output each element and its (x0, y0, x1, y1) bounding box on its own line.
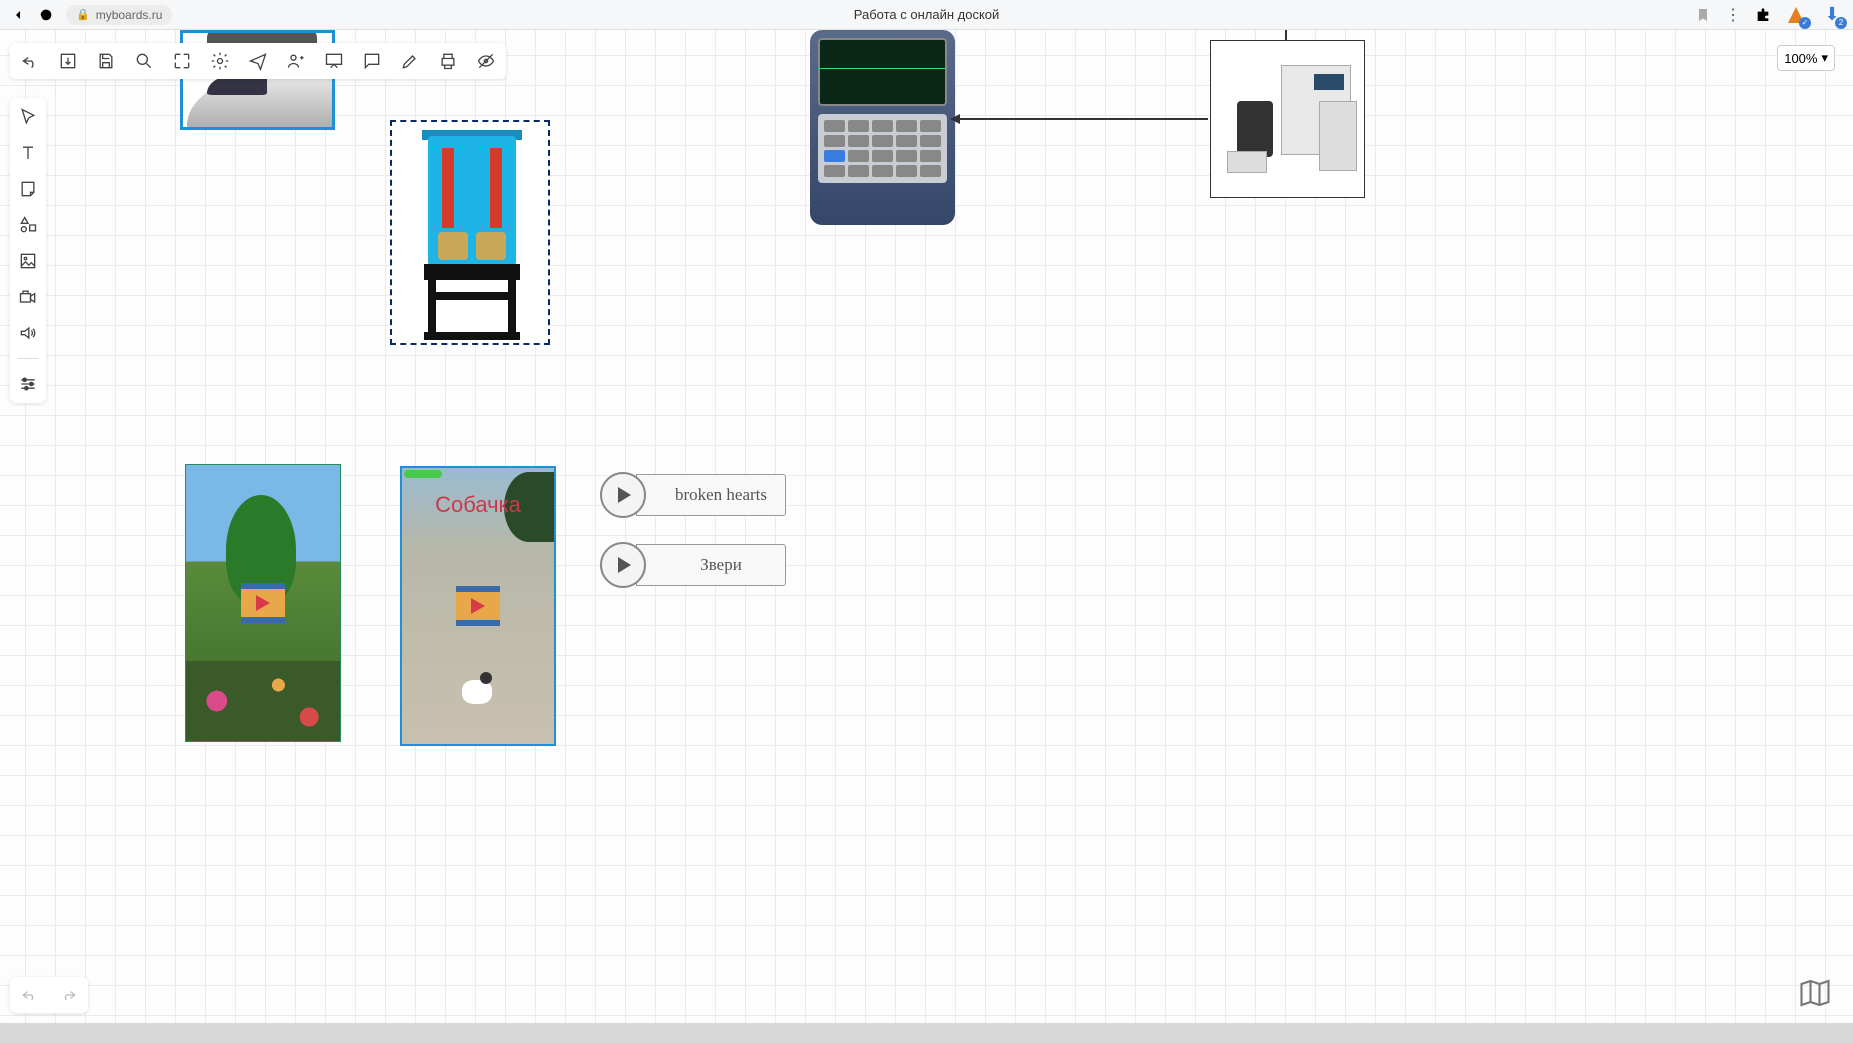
image-tool-icon[interactable] (15, 248, 41, 274)
print-icon[interactable] (436, 49, 460, 73)
save-icon[interactable] (94, 49, 118, 73)
tab-title: Работа с онлайн доской (854, 7, 1000, 22)
bookmark-icon[interactable] (1695, 7, 1711, 23)
board-image-press[interactable] (390, 120, 550, 345)
cursor-tool-icon[interactable] (15, 104, 41, 130)
toolbar-separator (17, 358, 39, 359)
play-audio-icon[interactable] (600, 472, 646, 518)
board-image-oscilloscope[interactable] (810, 30, 955, 225)
lock-icon: 🔒 (76, 8, 90, 21)
download-count-badge: 2 (1835, 17, 1847, 29)
video-tool-icon[interactable] (15, 284, 41, 310)
presentation-icon[interactable] (322, 49, 346, 73)
sliders-tool-icon[interactable] (15, 371, 41, 397)
board-audio-1[interactable]: broken hearts (600, 472, 786, 518)
download-icon[interactable]: ⬇ 2 (1821, 4, 1843, 26)
redo-button[interactable] (56, 983, 80, 1007)
status-strip (0, 1023, 1853, 1043)
play-video-icon[interactable] (241, 583, 285, 623)
chevron-down-icon: ▾ (1821, 50, 1828, 66)
reload-button[interactable] (38, 7, 54, 23)
left-toolbar (10, 98, 46, 403)
play-audio-icon[interactable] (600, 542, 646, 588)
visibility-off-icon[interactable] (474, 49, 498, 73)
undo-arrow-icon[interactable] (18, 49, 42, 73)
audio-label: broken hearts (636, 474, 786, 516)
comment-icon[interactable] (360, 49, 384, 73)
connector-arrow[interactable] (958, 118, 1208, 120)
settings-icon[interactable] (208, 49, 232, 73)
board-video-garden[interactable] (185, 464, 341, 742)
history-toolbar (10, 977, 88, 1013)
zoom-control[interactable]: 100% ▾ (1777, 45, 1835, 71)
text-tool-icon[interactable] (15, 140, 41, 166)
shapes-tool-icon[interactable] (15, 212, 41, 238)
back-button[interactable] (10, 7, 26, 23)
zoom-value: 100% (1784, 51, 1817, 66)
scope-placeholder (810, 30, 955, 225)
press-placeholder (392, 122, 548, 343)
url-text: myboards.ru (96, 8, 163, 22)
connector-stub (1285, 30, 1287, 40)
vlc-icon[interactable]: ✓ (1785, 4, 1807, 26)
top-toolbar (10, 43, 506, 79)
video-label: Собачка (402, 492, 554, 518)
search-icon[interactable] (132, 49, 156, 73)
selection-icon[interactable] (170, 49, 194, 73)
import-icon[interactable] (56, 49, 80, 73)
draw-icon[interactable] (398, 49, 422, 73)
play-video-icon[interactable] (456, 586, 500, 626)
url-bar[interactable]: 🔒 myboards.ru (66, 5, 172, 25)
browser-bar: 🔒 myboards.ru Работа с онлайн доской ⋮ ✓… (0, 0, 1853, 30)
audio-tool-icon[interactable] (15, 320, 41, 346)
extensions-icon[interactable] (1755, 7, 1771, 23)
board-image-devices[interactable] (1210, 40, 1365, 198)
users-icon[interactable] (284, 49, 308, 73)
minimap-button[interactable] (1797, 975, 1833, 1011)
video-progress-bar (404, 470, 442, 478)
vlc-check-badge: ✓ (1799, 17, 1811, 29)
undo-button[interactable] (18, 983, 42, 1007)
send-icon[interactable] (246, 49, 270, 73)
note-tool-icon[interactable] (15, 176, 41, 202)
board-audio-2[interactable]: Звери (600, 542, 786, 588)
audio-label: Звери (636, 544, 786, 586)
board-video-dog[interactable]: Собачка (400, 466, 556, 746)
menu-icon[interactable]: ⋮ (1725, 7, 1741, 23)
